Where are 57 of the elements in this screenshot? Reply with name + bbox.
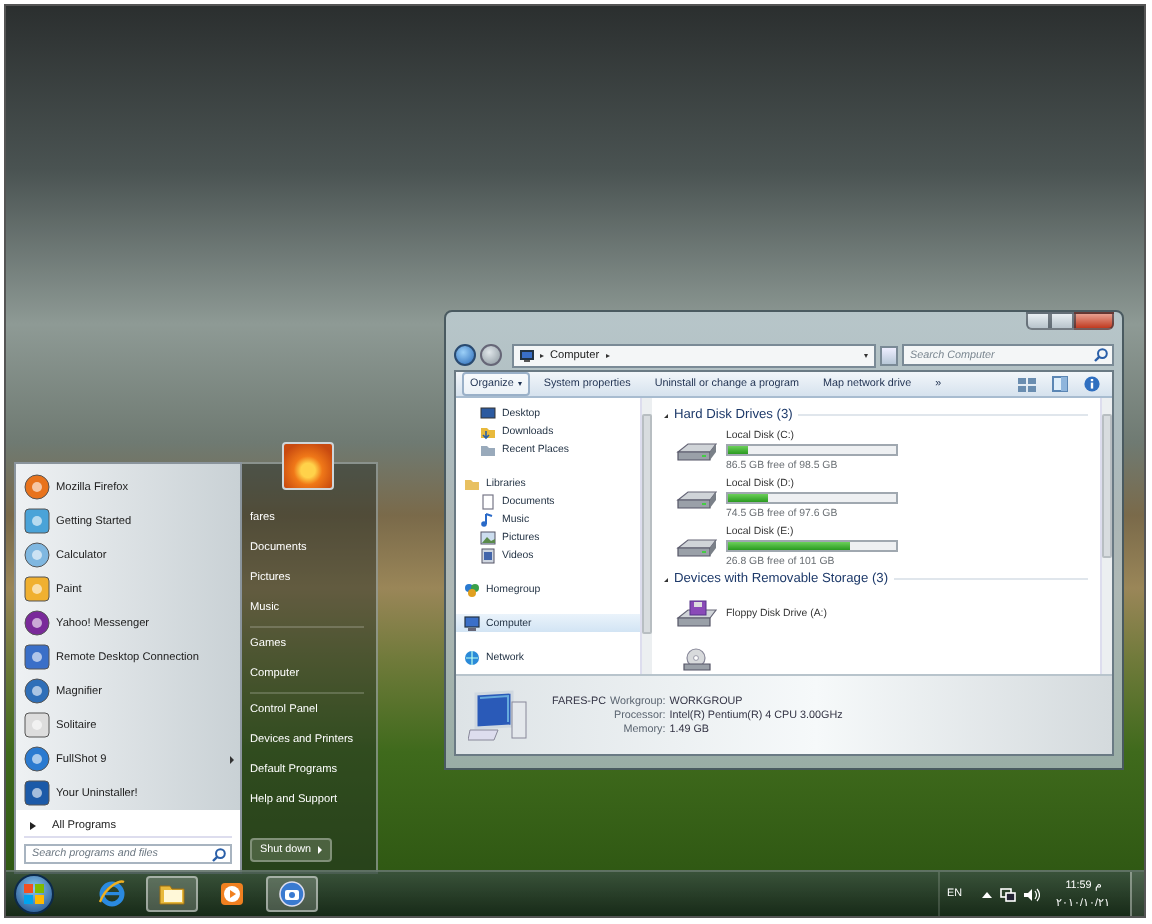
app-icon: [24, 644, 50, 670]
picture-icon: [480, 529, 496, 545]
refresh-button[interactable]: [880, 345, 898, 365]
submenu-arrow-icon: [230, 755, 234, 763]
view-button[interactable]: [1012, 374, 1042, 394]
taskbar-button[interactable]: [146, 876, 198, 912]
scrollbar-thumb[interactable]: [1102, 414, 1112, 558]
back-button[interactable]: [454, 344, 476, 366]
browser-icon: [98, 880, 126, 908]
app-icon: [24, 542, 50, 568]
app-icon: [24, 780, 50, 806]
library-icon: [464, 475, 480, 491]
maximize-button[interactable]: [1050, 312, 1074, 330]
search-icon: [1094, 348, 1108, 362]
video-icon: [480, 547, 496, 563]
app-icon: [24, 508, 50, 534]
globe-icon: [464, 649, 480, 665]
homegroup-icon: [464, 581, 480, 597]
computer-icon: [468, 689, 528, 741]
app-icon: [24, 610, 50, 636]
app-icon: [24, 746, 50, 772]
arrow-icon: [30, 821, 36, 829]
app-icon: [24, 576, 50, 602]
forward-button[interactable]: [480, 344, 502, 366]
play-icon: [218, 880, 246, 908]
start-button[interactable]: [14, 874, 54, 914]
scrollbar[interactable]: [1100, 398, 1112, 674]
camera-icon: [278, 880, 306, 908]
desktop-icon: [480, 405, 496, 421]
scrollbar[interactable]: [640, 398, 652, 674]
minimize-button[interactable]: [1026, 312, 1050, 330]
windows-logo-icon: [24, 884, 44, 904]
app-icon: [24, 712, 50, 738]
arrow-icon: [318, 846, 323, 854]
dropdown-arrow-icon: [864, 353, 868, 357]
view-icon: [1018, 377, 1036, 391]
dropdown-arrow-icon: [517, 382, 522, 386]
scrollbar-thumb[interactable]: [642, 414, 652, 634]
speaker-icon: [1024, 887, 1040, 901]
computer-icon: [464, 615, 480, 631]
music-note-icon: [480, 511, 496, 527]
taskbar-button[interactable]: [266, 876, 318, 912]
computer-icon: [520, 349, 534, 361]
folder-icon: [158, 880, 186, 908]
chevron-up-icon: [982, 891, 992, 897]
search-icon: [212, 848, 226, 862]
user-picture: [282, 442, 334, 490]
app-icon: [24, 474, 50, 500]
floppy-drive-icon: [676, 600, 718, 628]
network-icon: [1000, 887, 1016, 901]
document-icon: [480, 493, 496, 509]
show-desktop-button[interactable]: [1130, 872, 1144, 916]
pane-icon: [1052, 376, 1068, 392]
help-icon: [1084, 376, 1100, 392]
app-icon: [24, 678, 50, 704]
close-button[interactable]: [1074, 312, 1114, 330]
preview-pane-button[interactable]: [1046, 374, 1074, 394]
